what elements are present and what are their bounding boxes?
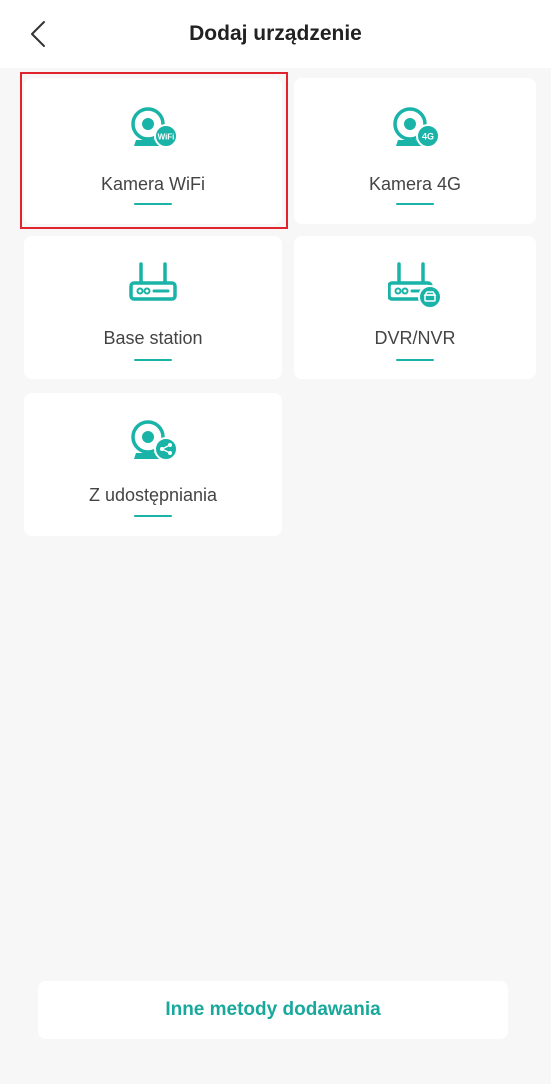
top-bar: Dodaj urządzenie [0, 0, 551, 68]
camera-wifi-icon: WiFi [131, 107, 178, 148]
device-card-dvr-nvr[interactable]: DVR/NVR [294, 236, 536, 379]
base-station-icon [129, 262, 177, 301]
dvr-nvr-icon [388, 262, 442, 308]
accent-underline [396, 203, 434, 205]
device-card-z-udostepniania[interactable]: Z udostępniania [24, 393, 282, 536]
other-methods-button[interactable]: Inne metody dodawania [38, 981, 508, 1039]
device-card-label: DVR/NVR [374, 328, 456, 348]
device-card-label: Kamera WiFi [100, 174, 205, 194]
device-card-label: Z udostępniania [88, 485, 218, 505]
camera-4g-icon: 4G [393, 107, 440, 148]
camera-badge-label: 4G [422, 132, 434, 142]
accent-underline [134, 359, 172, 361]
device-card-kamera-wifi[interactable]: WiFi Kamera WiFi [24, 78, 282, 224]
accent-underline [134, 515, 172, 517]
accent-underline [396, 359, 434, 361]
device-card-kamera-4g[interactable]: 4G Kamera 4G [294, 78, 536, 224]
device-card-label: Base station [103, 328, 203, 348]
page-title: Dodaj urządzenie [189, 22, 362, 45]
camera-share-icon [131, 420, 178, 461]
device-card-base-station[interactable]: Base station [24, 236, 282, 379]
accent-underline [134, 203, 172, 205]
camera-badge-label: WiFi [158, 133, 175, 142]
device-card-label: Kamera 4G [368, 174, 462, 194]
